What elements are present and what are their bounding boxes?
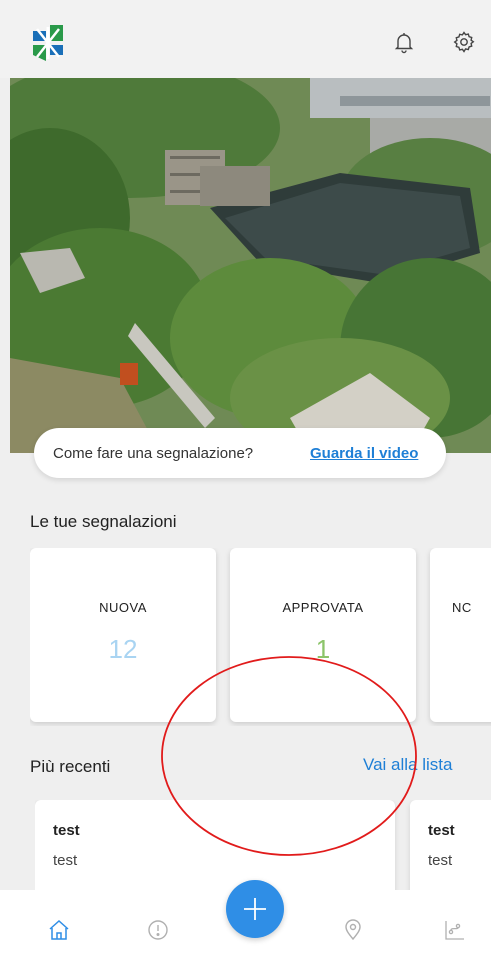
alert-icon[interactable] [146,918,170,942]
gear-icon[interactable] [452,30,476,54]
status-card-approved[interactable]: APPROVATA 1 [230,548,416,722]
route-icon[interactable] [443,918,467,942]
howto-question: Come fare una segnalazione? [53,444,254,462]
recent-report-title: test [53,822,80,839]
home-icon[interactable] [47,918,71,942]
howto-banner: Come fare una segnalazione? Guarda il vi… [34,428,446,478]
status-card-count: 1 [315,634,331,664]
recent-report-title: test [428,822,455,839]
recent-report-card[interactable]: test test [410,800,491,890]
view-list-link[interactable]: Vai alla lista [363,755,452,775]
status-card-label: NC [452,600,472,615]
location-pin-icon[interactable] [341,918,365,942]
bell-icon[interactable] [392,30,416,54]
plus-icon [244,898,266,920]
reports-carousel[interactable]: NUOVA 12 APPROVATA 1 NC [30,548,491,726]
status-card-label: NUOVA [99,600,147,615]
watch-video-link[interactable]: Guarda il video [310,445,418,462]
recent-carousel[interactable]: test test test test [35,800,491,890]
app-header [0,0,491,78]
status-card-new[interactable]: NUOVA 12 [30,548,216,722]
status-card-label: APPROVATA [282,600,364,615]
app-logo-icon [33,25,63,61]
recent-report-subtitle: test [53,852,78,869]
hero-image [10,78,491,453]
reports-section-title: Le tue segnalazioni [30,512,177,531]
recent-section-title: Più recenti [30,757,111,776]
recent-report-subtitle: test [428,852,453,869]
recent-report-card[interactable]: test test [35,800,395,890]
add-report-button[interactable] [226,880,284,938]
status-card-partial[interactable]: NC [430,548,491,722]
status-card-count: 12 [108,634,138,664]
